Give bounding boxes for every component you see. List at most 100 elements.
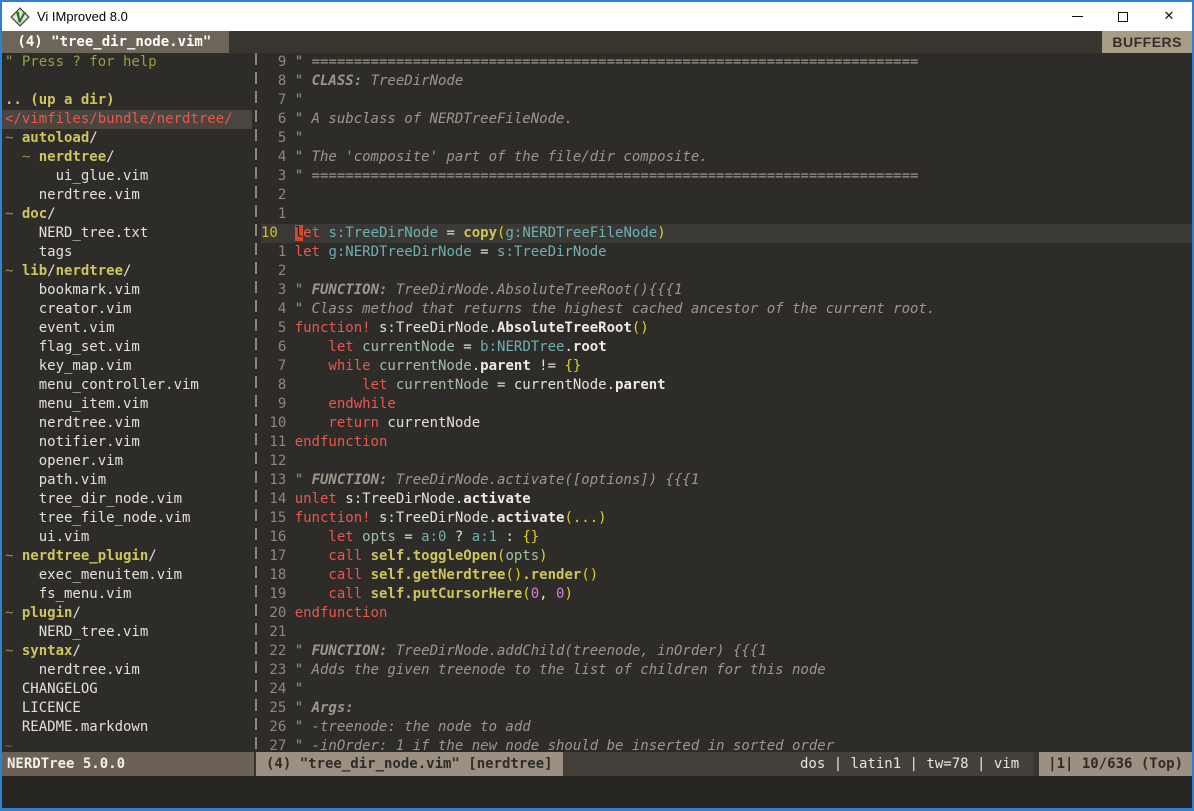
maximize-button[interactable] — [1100, 2, 1146, 31]
code-line[interactable]: 15function! s:TreeDirNode.activate(...) — [261, 509, 1192, 528]
tree-item[interactable]: tree_dir_node.vim — [2, 490, 252, 509]
code-line[interactable]: 7 while currentNode.parent != {} — [261, 357, 1192, 376]
tree-item[interactable]: opener.vim — [2, 452, 252, 471]
tree-item[interactable]: ~ nerdtree_plugin/ — [2, 547, 252, 566]
tree-item-text: path.vim — [39, 472, 106, 488]
tree-item[interactable]: " Press ? for help — [2, 53, 252, 72]
tree-item[interactable]: NERD_tree.txt — [2, 224, 252, 243]
tree-item[interactable]: ~ syntax/ — [2, 642, 252, 661]
code-line[interactable]: 25" Args: — [261, 699, 1192, 718]
code-line-text: " A subclass of NERDTreeFileNode. — [295, 110, 573, 129]
code-line[interactable]: 2 — [261, 262, 1192, 281]
code-line[interactable]: 16 let opts = a:0 ? a:1 : {} — [261, 528, 1192, 547]
code-token: (...) — [564, 510, 606, 526]
code-line[interactable]: 4" Class method that returns the highest… — [261, 300, 1192, 319]
code-line-text: endfunction — [295, 604, 388, 623]
tree-item-text — [5, 168, 56, 184]
tree-item[interactable]: ~ nerdtree/ — [2, 148, 252, 167]
code-line[interactable]: 5" — [261, 129, 1192, 148]
tree-item[interactable]: ~ plugin/ — [2, 604, 252, 623]
code-line[interactable]: 9" =====================================… — [261, 53, 1192, 72]
tree-item[interactable]: path.vim — [2, 471, 252, 490]
code-line[interactable]: 11endfunction — [261, 433, 1192, 452]
code-line[interactable]: 7" — [261, 91, 1192, 110]
tree-item[interactable]: exec_menuitem.vim — [2, 566, 252, 585]
tree-item[interactable]: ~ doc/ — [2, 205, 252, 224]
tree-item[interactable]: README.markdown — [2, 718, 252, 737]
code-token: Args: — [312, 700, 354, 716]
tree-item[interactable]: menu_item.vim — [2, 395, 252, 414]
tree-item-text — [5, 472, 39, 488]
code-line[interactable]: 22" FUNCTION: TreeDirNode.addChild(treen… — [261, 642, 1192, 661]
tree-item[interactable]: notifier.vim — [2, 433, 252, 452]
code-line[interactable]: 20endfunction — [261, 604, 1192, 623]
tree-item[interactable]: CHANGELOG — [2, 680, 252, 699]
code-line[interactable]: 6" A subclass of NERDTreeFileNode. — [261, 110, 1192, 129]
code-line[interactable]: 24" — [261, 680, 1192, 699]
code-line[interactable]: 2 — [261, 186, 1192, 205]
tree-item[interactable]: ~ lib/nerdtree/ — [2, 262, 252, 281]
tree-item-text: / — [89, 130, 97, 146]
minimize-button[interactable] — [1054, 2, 1100, 31]
tree-item-text — [5, 624, 39, 640]
code-line[interactable]: 23" Adds the given treenode to the list … — [261, 661, 1192, 680]
tree-item[interactable]: NERD_tree.vim — [2, 623, 252, 642]
line-number: 13 — [261, 471, 286, 490]
code-line[interactable]: 18 call self.getNerdtree().render() — [261, 566, 1192, 585]
tree-item[interactable]: menu_controller.vim — [2, 376, 252, 395]
code-line[interactable]: 8 let currentNode = currentNode.parent — [261, 376, 1192, 395]
tree-item[interactable]: event.vim — [2, 319, 252, 338]
tree-item[interactable]: ui.vim — [2, 528, 252, 547]
tree-item[interactable]: nerdtree.vim — [2, 186, 252, 205]
code-line[interactable]: 1 — [261, 205, 1192, 224]
tree-item[interactable]: ui_glue.vim — [2, 167, 252, 186]
line-number: 10 — [261, 224, 286, 243]
code-line[interactable]: 8" CLASS: TreeDirNode — [261, 72, 1192, 91]
code-token: a:0 — [421, 529, 446, 545]
tree-item[interactable]: fs_menu.vim — [2, 585, 252, 604]
tree-item[interactable]: ~ autoload/ — [2, 129, 252, 148]
code-line[interactable]: 9 endwhile — [261, 395, 1192, 414]
vertical-split-handle[interactable] — [252, 53, 261, 752]
code-line[interactable]: 12 — [261, 452, 1192, 471]
tree-item[interactable]: tags — [2, 243, 252, 262]
code-line[interactable]: 14unlet s:TreeDirNode.activate — [261, 490, 1192, 509]
code-line[interactable]: 5function! s:TreeDirNode.AbsoluteTreeRoo… — [261, 319, 1192, 338]
code-line[interactable]: 26" -treenode: the node to add — [261, 718, 1192, 737]
tree-item[interactable] — [2, 72, 252, 91]
close-button[interactable]: ✕ — [1146, 2, 1192, 31]
tree-root-item[interactable]: </vimfiles/bundle/nerdtree/ — [2, 110, 252, 129]
tree-item[interactable]: LICENCE — [2, 699, 252, 718]
tree-item[interactable]: ~ — [2, 737, 252, 752]
line-number: 21 — [261, 623, 286, 642]
code-line[interactable]: 21 — [261, 623, 1192, 642]
tree-item[interactable]: key_map.vim — [2, 357, 252, 376]
tree-item[interactable]: creator.vim — [2, 300, 252, 319]
tab-tree-dir-node[interactable]: (4) "tree_dir_node.vim" — [2, 31, 229, 53]
code-line[interactable]: 1let g:NERDTreeDirNode = s:TreeDirNode — [261, 243, 1192, 262]
tree-item[interactable]: nerdtree.vim — [2, 661, 252, 680]
tree-item-text: / — [47, 263, 55, 279]
code-line[interactable]: 13" FUNCTION: TreeDirNode.activate([opti… — [261, 471, 1192, 490]
code-line[interactable]: 6 let currentNode = b:NERDTree.root — [261, 338, 1192, 357]
tree-item[interactable]: bookmark.vim — [2, 281, 252, 300]
code-line[interactable]: 4" The 'composite' part of the file/dir … — [261, 148, 1192, 167]
code-line[interactable]: 17 call self.toggleOpen(opts) — [261, 547, 1192, 566]
tree-item[interactable]: .. (up a dir) — [2, 91, 252, 110]
code-line[interactable]: 27" -inOrder: 1 if the new node should b… — [261, 737, 1192, 752]
tree-item[interactable]: nerdtree.vim — [2, 414, 252, 433]
tree-item-text — [5, 719, 22, 735]
code-line[interactable]: 3" FUNCTION: TreeDirNode.AbsoluteTreeRoo… — [261, 281, 1192, 300]
code-line-text: " ======================================… — [295, 167, 919, 186]
code-line[interactable]: 10 return currentNode — [261, 414, 1192, 433]
command-line[interactable] — [2, 776, 1192, 808]
tree-item[interactable]: flag_set.vim — [2, 338, 252, 357]
code-line-current[interactable]: 10let s:TreeDirNode = copy(g:NERDTreeFil… — [261, 224, 1192, 243]
code-line-text: let g:NERDTreeDirNode = s:TreeDirNode — [295, 243, 607, 262]
code-line[interactable]: 3" =====================================… — [261, 167, 1192, 186]
tree-item-text: ~ — [5, 605, 22, 621]
tree-item[interactable]: tree_file_node.vim — [2, 509, 252, 528]
code-token: currentNode — [371, 358, 472, 374]
line-number: 11 — [261, 433, 286, 452]
code-line[interactable]: 19 call self.putCursorHere(0, 0) — [261, 585, 1192, 604]
